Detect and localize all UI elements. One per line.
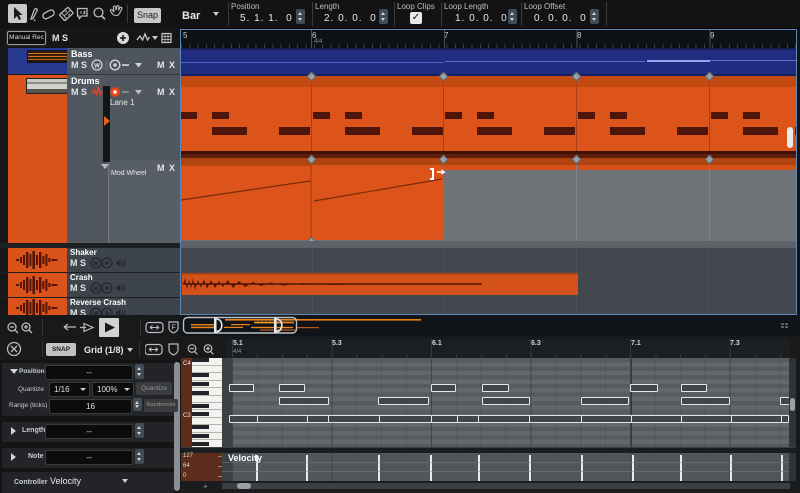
svg-text:F: F — [172, 325, 176, 332]
